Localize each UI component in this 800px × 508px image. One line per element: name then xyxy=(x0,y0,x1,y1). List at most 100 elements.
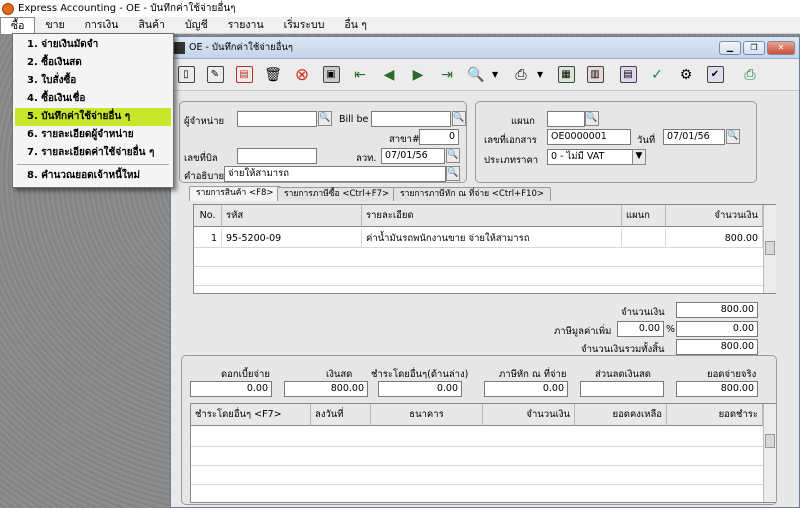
restore-button[interactable]: ❐ xyxy=(743,40,765,55)
last-icon[interactable]: ⇥ xyxy=(434,62,460,88)
col-other-payment: ชำระโดยอื่นๆ <F7> xyxy=(191,404,311,426)
first-icon[interactable]: ⇤ xyxy=(347,62,373,88)
table-row-empty[interactable] xyxy=(191,428,763,447)
toolbar: ▯ ✎ ▤ 🗑 ⊗ ▣ ⇤ ◀ ▶ ⇥ 🔍 ▼ ⎙ ▼ ▦ ▥ ▤ ✓ ⚙ ✔ … xyxy=(171,59,799,91)
edit-icon[interactable]: ✎ xyxy=(202,62,228,88)
billno-input[interactable] xyxy=(237,148,317,164)
table-row-empty[interactable] xyxy=(191,447,763,466)
window-title: OE - บันทึกค่าใช้จ่ายอื่นๆ xyxy=(189,42,294,53)
menu-finance[interactable]: การเงิน xyxy=(75,17,129,34)
other-payment-input[interactable]: 0.00 xyxy=(378,381,462,397)
print-preview-icon[interactable]: ▤ xyxy=(231,62,257,88)
tools-icon[interactable]: ⚙ xyxy=(673,62,699,88)
menu-separator xyxy=(17,164,169,165)
billdate-calendar-icon[interactable]: 🔍 xyxy=(446,148,460,163)
dept-search-icon[interactable]: 🔍 xyxy=(585,111,599,126)
close-button[interactable]: ✕ xyxy=(767,40,795,55)
col-date: ลงวันที่ xyxy=(311,404,371,426)
tab-items[interactable]: รายการสินค้า <F8> xyxy=(189,186,281,201)
cell-no: 1 xyxy=(194,229,222,248)
interest-input[interactable]: 0.00 xyxy=(190,381,272,397)
interest-label: ดอกเบี้ยจ่าย xyxy=(221,369,270,380)
menu-account[interactable]: บัญชี xyxy=(175,17,218,34)
discount-input[interactable] xyxy=(580,381,664,397)
wht-input[interactable]: 0.00 xyxy=(484,381,568,397)
ok-icon[interactable]: ✔ xyxy=(702,62,728,88)
dept-input[interactable] xyxy=(547,111,585,127)
menu-setup[interactable]: เริ่มระบบ xyxy=(274,17,335,34)
note-icon[interactable]: ▦ xyxy=(553,62,579,88)
printer-icon[interactable]: ⎙ xyxy=(508,62,534,88)
search-dropdown-icon[interactable]: ▼ xyxy=(492,70,500,79)
table-row-empty[interactable] xyxy=(191,466,763,485)
branch-input[interactable]: 0 xyxy=(419,129,459,145)
menu-item-other-expense[interactable]: 5. บันทึกค่าใช้จ่ายอื่น ๆ xyxy=(15,108,171,126)
billbe-search-icon[interactable]: 🔍 xyxy=(452,111,466,126)
display-icon[interactable]: ▥ xyxy=(582,62,608,88)
items-scrollbar[interactable] xyxy=(763,205,776,293)
desc-input[interactable]: จ่ายให้สามารถ xyxy=(224,166,446,182)
payment-scrollbar[interactable] xyxy=(763,404,776,502)
print-green-icon[interactable]: ⎙ xyxy=(737,62,763,88)
search-icon[interactable]: 🔍 xyxy=(463,62,489,88)
form-icon[interactable]: ▤ xyxy=(615,62,641,88)
save-icon[interactable]: ▣ xyxy=(318,62,344,88)
cash-input[interactable]: 800.00 xyxy=(284,381,368,397)
window-icon xyxy=(173,41,185,54)
date-input[interactable]: 07/01/56 xyxy=(663,129,725,145)
menu-purchase[interactable]: ซื้อ xyxy=(0,16,36,34)
pricetype-dropdown-icon[interactable]: ▼ xyxy=(632,149,646,165)
net-payment-label: ยอดจ่ายจริง xyxy=(707,369,757,380)
menu-item-cash-purchase[interactable]: 2. ซื้อเงินสด xyxy=(15,54,171,72)
menu-item-recalc-payable[interactable]: 8. คำนวณยอดเจ้าหนี้ใหม่ xyxy=(15,167,171,185)
menu-report[interactable]: รายงาน xyxy=(218,17,274,34)
col-paid: ยอดชำระ xyxy=(667,404,763,426)
cell-description: ค่าน้ำมันรถพนักงานขาย จ่ายให้สามารถ xyxy=(362,229,622,248)
printer-dropdown-icon[interactable]: ▼ xyxy=(537,70,545,79)
dept-label: แผนก xyxy=(511,116,535,127)
col-code: รหัส xyxy=(222,205,362,227)
trash-icon[interactable]: 🗑 xyxy=(260,62,286,88)
menu-inventory[interactable]: สินค้า xyxy=(128,17,175,34)
menu-item-expense-detail[interactable]: 7. รายละเอียดค่าใช้จ่ายอื่น ๆ xyxy=(15,144,171,162)
amount-input[interactable]: 800.00 xyxy=(676,302,758,318)
minimize-button[interactable]: ▁ xyxy=(719,40,741,55)
prev-icon[interactable]: ◀ xyxy=(376,62,402,88)
docno-input[interactable]: OE0000001 xyxy=(547,129,631,145)
pricetype-select[interactable]: 0 - ไม่มี VAT xyxy=(547,149,633,165)
cell-department xyxy=(622,229,666,248)
menu-sales[interactable]: ขาย xyxy=(35,17,74,34)
vat-amount-input[interactable]: 0.00 xyxy=(676,321,758,337)
col-no: No. xyxy=(194,205,222,227)
vat-label: ภาษีมูลค่าเพิ่ม xyxy=(554,326,612,337)
vendor-label: ผู้จำหน่าย xyxy=(184,116,225,127)
billdate-input[interactable]: 07/01/56 xyxy=(381,148,445,164)
table-row-empty[interactable] xyxy=(194,248,763,267)
total-input[interactable]: 800.00 xyxy=(676,339,758,355)
date-calendar-icon[interactable]: 🔍 xyxy=(726,129,740,144)
branch-label: สาขา# xyxy=(389,134,420,145)
tab-purchase-vat[interactable]: รายการภาษีซื้อ <Ctrl+F7> xyxy=(277,187,397,201)
menu-item-vendor-detail[interactable]: 6. รายละเอียดผู้จำหน่าย xyxy=(15,126,171,144)
menu-item-purchase-order[interactable]: 3. ใบสั่งซื้อ xyxy=(15,72,171,90)
billbe-label: Bill be xyxy=(339,114,369,125)
vat-rate-input[interactable]: 0.00 xyxy=(617,321,664,337)
docno-label: เลขที่เอกสาร xyxy=(484,135,537,146)
tab-withholding-tax[interactable]: รายการภาษีหัก ณ ที่จ่าย <Ctrl+F10> xyxy=(393,187,552,201)
vendor-search-icon[interactable]: 🔍 xyxy=(318,111,332,126)
menu-item-credit-purchase[interactable]: 4. ซื้อเงินเชื่อ xyxy=(15,90,171,108)
col-balance: ยอดคงเหลือ xyxy=(575,404,667,426)
new-doc-icon[interactable]: ▯ xyxy=(173,62,199,88)
vendor-input[interactable] xyxy=(237,111,317,127)
cancel-icon[interactable]: ⊗ xyxy=(289,62,315,88)
menu-other[interactable]: อื่น ๆ xyxy=(334,17,376,34)
table-row-empty[interactable] xyxy=(194,267,763,286)
desc-search-icon[interactable]: 🔍 xyxy=(446,166,460,181)
billno-label: เลขที่บิล xyxy=(184,153,218,164)
desc-label: คำอธิบาย xyxy=(184,171,225,182)
net-payment-input[interactable]: 800.00 xyxy=(676,381,758,397)
ok-green-icon[interactable]: ✓ xyxy=(644,62,670,88)
menu-item-deposit[interactable]: 1. จ่ายเงินมัดจำ xyxy=(15,36,171,54)
next-icon[interactable]: ▶ xyxy=(405,62,431,88)
billbe-input[interactable] xyxy=(371,111,451,127)
